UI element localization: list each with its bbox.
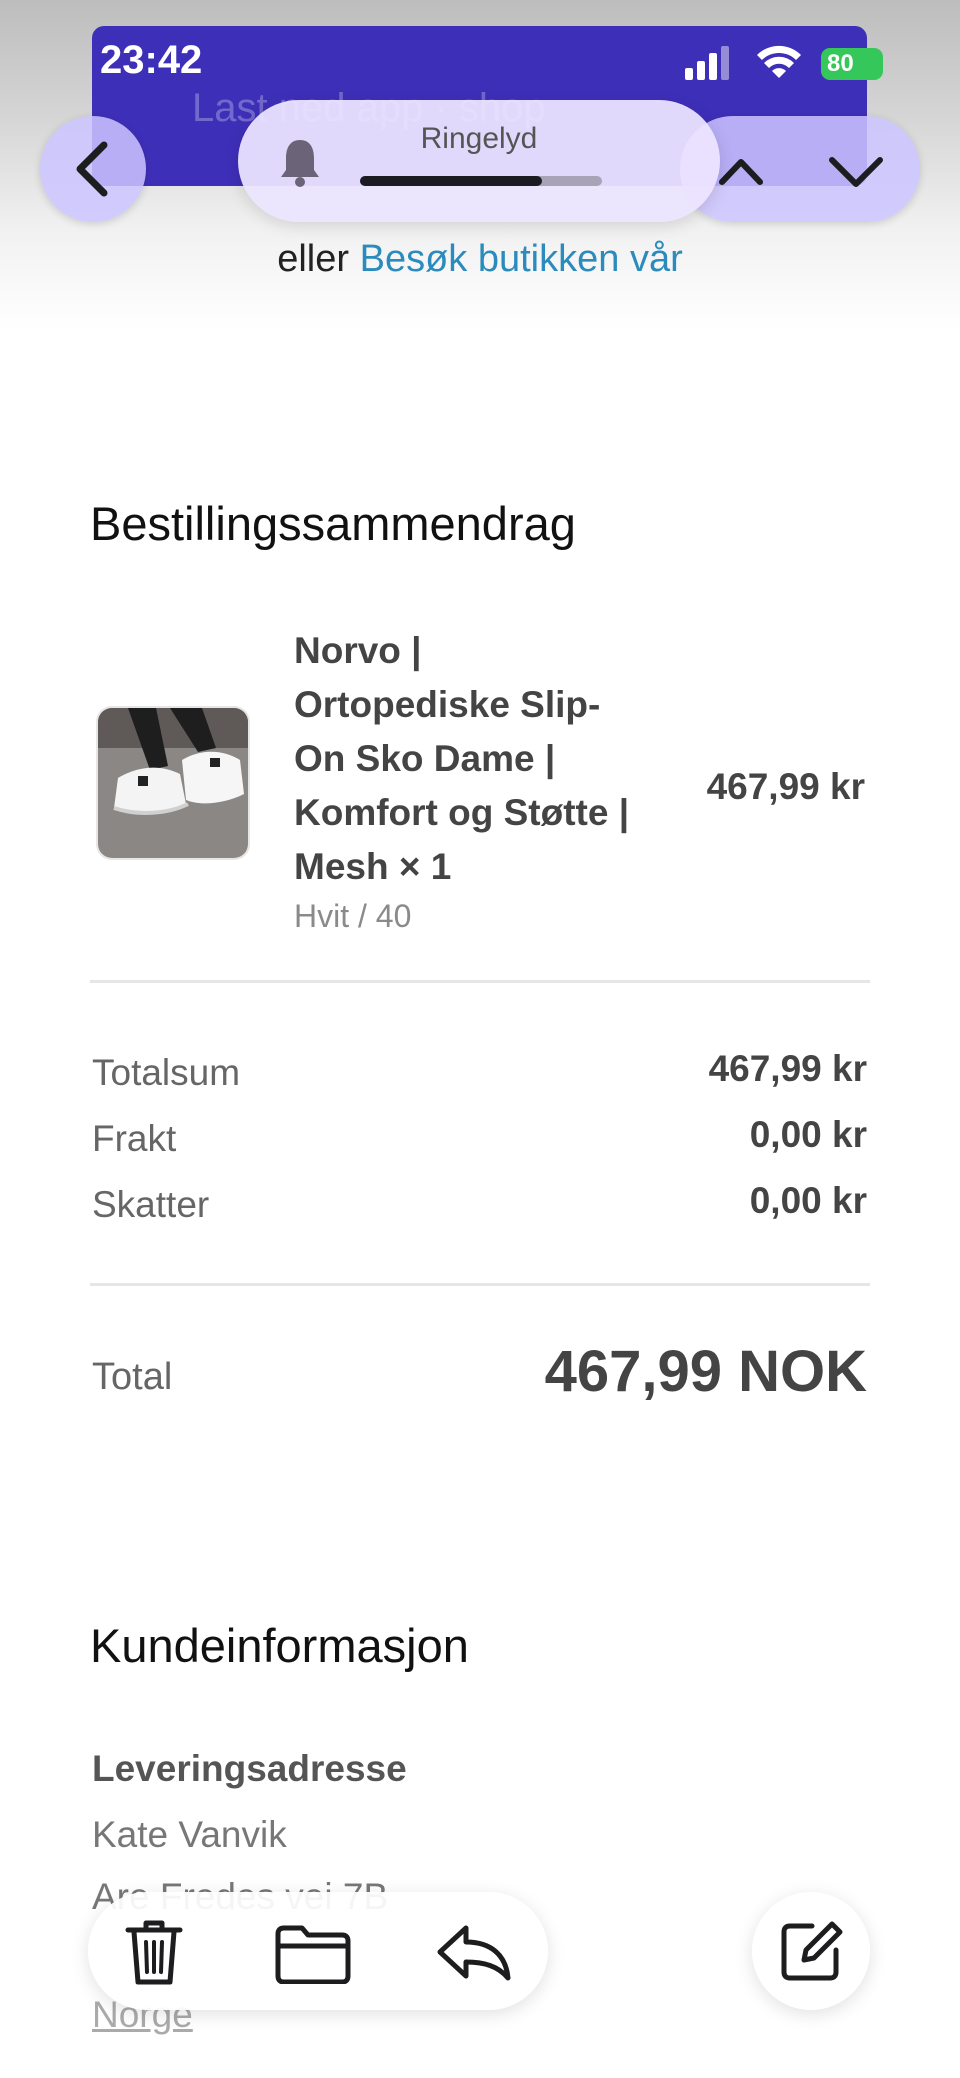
trash-icon[interactable]	[124, 1918, 184, 1988]
product-image[interactable]	[98, 708, 248, 858]
shipping-address-heading: Leveringsadresse	[92, 1748, 407, 1789]
battery-indicator: 80	[821, 48, 883, 80]
visit-store-link[interactable]: Besøk butikken vår	[360, 238, 683, 280]
row-value-shipping: 0,00 kr	[749, 1114, 867, 1155]
order-summary-heading: Bestillingssammendrag	[90, 497, 576, 550]
product-title[interactable]: Norvo | Ortopediske Slip-On Sko Dame | K…	[294, 624, 644, 894]
chevron-up-icon[interactable]	[716, 150, 766, 190]
compose-icon	[781, 1921, 843, 1981]
volume-slider	[360, 176, 602, 186]
customer-info-heading: Kundeinformasjon	[90, 1619, 469, 1672]
wifi-icon	[757, 45, 801, 78]
volume-hud: Ringelyd	[238, 100, 720, 222]
mail-toolbar	[88, 1892, 548, 2010]
back-button[interactable]	[40, 116, 146, 222]
row-label-taxes: Skatter	[92, 1184, 210, 1225]
row-label-shipping: Frakt	[92, 1118, 177, 1159]
chevron-left-icon	[76, 141, 108, 197]
visit-prefix: eller	[277, 238, 350, 280]
reply-icon[interactable]	[436, 1922, 512, 1982]
volume-level-fill	[360, 176, 542, 186]
status-icons: 80	[685, 44, 885, 84]
visit-store-line: eller Besøk butikken vår	[0, 238, 960, 281]
row-value-taxes: 0,00 kr	[749, 1180, 867, 1221]
address-line-name: Kate Vanvik	[92, 1814, 287, 1855]
battery-level: 80	[827, 50, 854, 77]
volume-label: Ringelyd	[420, 122, 538, 155]
row-label-subtotal: Totalsum	[92, 1052, 241, 1093]
total-value: 467,99 NOK	[544, 1339, 867, 1404]
row-value-subtotal: 467,99 kr	[708, 1048, 867, 1089]
compose-button[interactable]	[752, 1892, 870, 2010]
signal-icon	[685, 44, 737, 80]
white-sneakers-photo	[98, 708, 248, 858]
divider	[90, 980, 870, 983]
folder-icon[interactable]	[274, 1924, 352, 1984]
status-time: 23:42	[100, 38, 203, 82]
total-label: Total	[92, 1356, 173, 1398]
chevron-down-icon[interactable]	[826, 150, 886, 190]
product-variant: Hvit / 40	[294, 898, 412, 934]
divider	[90, 1283, 870, 1286]
product-price: 467,99 kr	[706, 766, 865, 807]
